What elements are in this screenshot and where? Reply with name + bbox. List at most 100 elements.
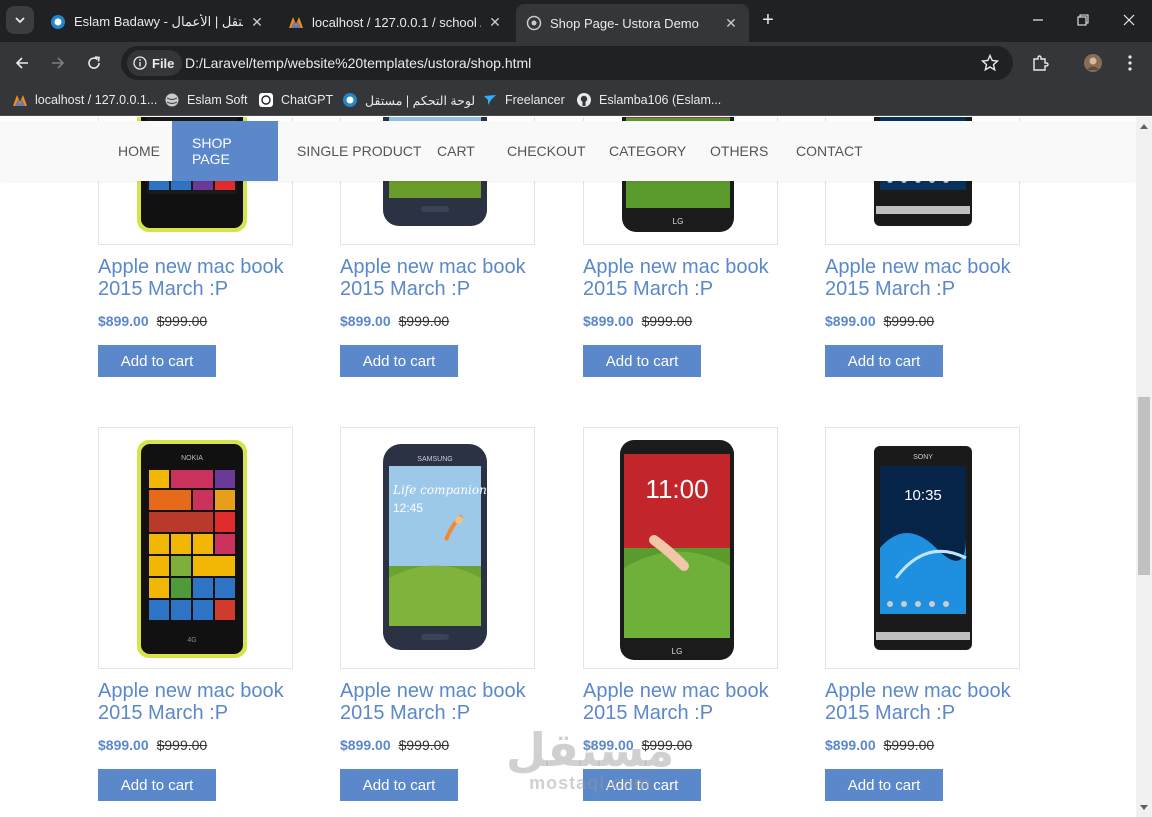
add-to-cart-button[interactable]: Add to cart xyxy=(583,345,701,377)
phone-screen-text: Life companion xyxy=(392,483,487,497)
globe-icon xyxy=(526,15,542,31)
old-price: $999.00 xyxy=(398,313,450,329)
reload-button[interactable] xyxy=(84,53,104,73)
watermark-arabic: مستقل xyxy=(506,723,675,777)
bookmark-chatgpt[interactable]: ChatGPT xyxy=(258,90,333,110)
product-price: $899.00 $999.00 xyxy=(825,313,934,329)
bookmark-eslam-soft[interactable]: Eslam Soft xyxy=(164,90,247,110)
add-to-cart-button[interactable]: Add to cart xyxy=(825,345,943,377)
mostaql-icon xyxy=(342,92,358,108)
product-image[interactable]: NOKIA 4G xyxy=(98,427,293,669)
minimize-icon xyxy=(1033,19,1043,21)
page-scrollbar[interactable] xyxy=(1136,117,1152,817)
chevron-down-icon xyxy=(15,17,25,24)
main-navbar: HOME SHOP PAGE SINGLE PRODUCT CART CHECK… xyxy=(0,121,1136,181)
bookmark-label: Eslamba106 (Eslam... xyxy=(599,93,722,107)
product-title[interactable]: Apple new mac book 2015 March :P xyxy=(825,256,1025,300)
old-price: $999.00 xyxy=(641,313,693,329)
bookmark-github[interactable]: Eslamba106 (Eslam... xyxy=(576,90,721,110)
bookmark-phpmyadmin[interactable]: localhost / 127.0.0.1... xyxy=(12,90,157,110)
bookmark-label: لوحة التحكم | مستقل xyxy=(365,93,476,108)
extensions-button[interactable] xyxy=(1030,53,1050,73)
old-price: $999.00 xyxy=(156,313,208,329)
close-icon[interactable]: ✕ xyxy=(249,14,265,30)
profile-avatar[interactable] xyxy=(1083,53,1103,73)
bookmark-label: localhost / 127.0.0.1... xyxy=(35,93,158,107)
product-title[interactable]: Apple new mac book 2015 March :P xyxy=(583,256,783,300)
bookmark-label: Eslam Soft xyxy=(187,93,248,107)
watermark-latin: mostaql.com xyxy=(529,773,652,793)
product-title[interactable]: Apple new mac book 2015 March :P xyxy=(583,680,783,724)
nav-home[interactable]: HOME xyxy=(98,121,180,181)
product-price: $899.00 $999.00 xyxy=(340,737,449,753)
tab-title: Eslam Badawy - مستقل | الأعمال xyxy=(74,14,243,29)
close-icon xyxy=(1123,14,1135,26)
file-chip-label: File xyxy=(152,55,175,71)
sale-price: $899.00 xyxy=(583,313,634,329)
close-window-button[interactable] xyxy=(1119,10,1139,30)
bookmark-freelancer[interactable]: Freelancer xyxy=(482,90,565,110)
menu-button[interactable] xyxy=(1120,53,1140,73)
browser-tab-2[interactable]: localhost / 127.0.0.1 / school / u ✕ xyxy=(278,6,513,38)
browser-tab-1[interactable]: Eslam Badawy - مستقل | الأعمال ✕ xyxy=(40,6,275,38)
scroll-down-arrow-icon[interactable] xyxy=(1140,803,1148,811)
add-to-cart-button[interactable]: Add to cart xyxy=(340,345,458,377)
kebab-menu-icon xyxy=(1128,55,1132,71)
add-to-cart-button[interactable]: Add to cart xyxy=(98,769,216,801)
old-price: $999.00 xyxy=(156,737,208,753)
minimize-button[interactable] xyxy=(1028,10,1048,30)
tab-title: Shop Page- Ustora Demo xyxy=(550,15,699,31)
product-title[interactable]: Apple new mac book 2015 March :P xyxy=(340,680,540,724)
product-price: $899.00 $999.00 xyxy=(98,737,207,753)
url-text[interactable]: D:/Laravel/temp/website%20templates/usto… xyxy=(185,55,531,71)
product-title[interactable]: Apple new mac book 2015 March :P xyxy=(98,256,298,300)
nokia-phone-image: NOKIA 4G xyxy=(137,440,247,658)
close-icon[interactable]: ✕ xyxy=(723,15,739,31)
avatar-icon xyxy=(1084,54,1102,72)
address-bar[interactable]: File D:/Laravel/temp/website%20templates… xyxy=(121,46,1013,80)
star-icon[interactable] xyxy=(981,54,999,72)
nav-checkout[interactable]: CHECKOUT xyxy=(487,121,606,181)
tab-search-button[interactable] xyxy=(6,6,34,34)
old-price: $999.00 xyxy=(883,737,935,753)
svg-text:4G: 4G xyxy=(187,637,196,644)
bookmark-label: Freelancer xyxy=(505,93,565,107)
product-image[interactable]: 11:00 LG xyxy=(583,427,778,669)
restore-icon xyxy=(1077,14,1089,26)
scrollbar-thumb[interactable] xyxy=(1138,397,1150,575)
product-title[interactable]: Apple new mac book 2015 March :P xyxy=(340,256,540,300)
freelancer-icon xyxy=(482,92,498,108)
close-icon[interactable]: ✕ xyxy=(487,14,503,30)
maximize-button[interactable] xyxy=(1073,10,1093,30)
chatgpt-icon xyxy=(258,92,274,108)
back-button[interactable] xyxy=(12,53,32,73)
forward-button[interactable] xyxy=(48,53,68,73)
bookmark-mostaql[interactable]: لوحة التحكم | مستقل xyxy=(342,90,475,110)
nav-contact[interactable]: CONTACT xyxy=(776,121,883,181)
product-image[interactable]: SONY 10:35 xyxy=(825,427,1020,669)
product-image[interactable]: SAMSUNG Life companion 12:45 xyxy=(340,427,535,669)
reload-icon xyxy=(88,56,100,69)
sale-price: $899.00 xyxy=(825,737,876,753)
nav-cart[interactable]: CART xyxy=(417,121,495,181)
old-price: $999.00 xyxy=(883,313,935,329)
add-to-cart-button[interactable]: Add to cart xyxy=(825,769,943,801)
sony-phone-image: SONY 10:35 xyxy=(874,446,972,650)
add-to-cart-button[interactable]: Add to cart xyxy=(98,345,216,377)
site-info-chip[interactable]: File xyxy=(127,50,183,76)
nav-others[interactable]: OTHERS xyxy=(690,121,788,181)
browser-toolbar: File D:/Laravel/temp/website%20templates… xyxy=(0,42,1152,84)
old-price: $999.00 xyxy=(398,737,450,753)
product-title[interactable]: Apple new mac book 2015 March :P xyxy=(98,680,298,724)
add-to-cart-button[interactable]: Add to cart xyxy=(340,769,458,801)
new-tab-button[interactable]: + xyxy=(757,10,779,32)
browser-tab-bar: Eslam Badawy - مستقل | الأعمال ✕ localho… xyxy=(0,0,1152,42)
lg-phone-image: 11:00 LG xyxy=(620,440,734,660)
product-title[interactable]: Apple new mac book 2015 March :P xyxy=(825,680,1025,724)
scroll-up-arrow-icon[interactable] xyxy=(1140,123,1148,131)
browser-tab-3[interactable]: Shop Page- Ustora Demo ✕ xyxy=(516,4,749,42)
nav-shop-page[interactable]: SHOP PAGE xyxy=(172,121,278,181)
nav-category[interactable]: CATEGORY xyxy=(589,121,706,181)
phpmyadmin-icon xyxy=(288,14,304,30)
phone-screen-time: 12:45 xyxy=(393,501,423,515)
